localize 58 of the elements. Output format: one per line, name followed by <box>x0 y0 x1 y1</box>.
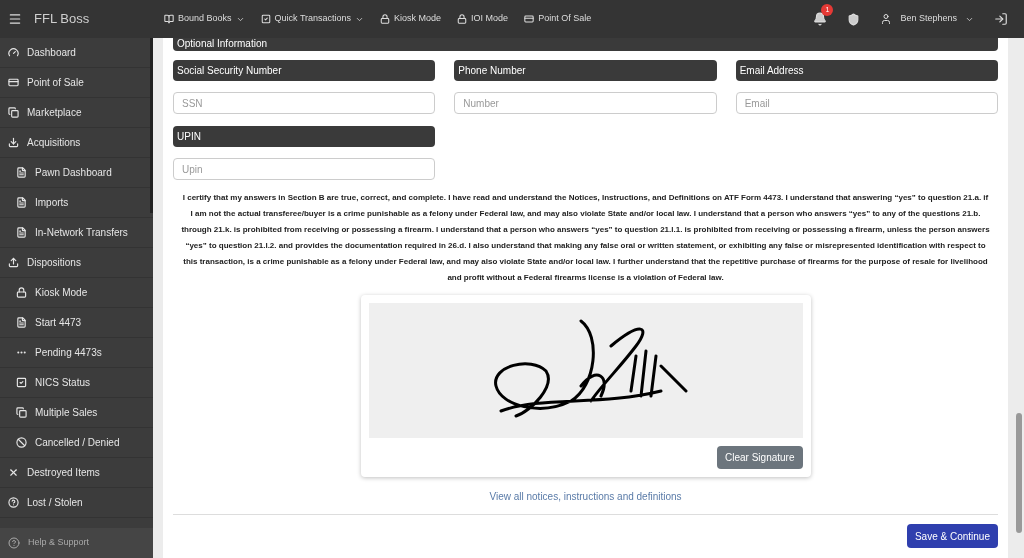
save-continue-button[interactable]: Save & Continue <box>906 524 998 548</box>
shield-icon[interactable] <box>847 12 861 26</box>
clear-signature-button[interactable]: Clear Signature <box>717 446 803 469</box>
input-field[interactable]: Email <box>735 92 998 114</box>
certification-text: I certify that my answers in Section B are true, correct, and complete. I have read and understand the Notices, Instructions, and Definitions on ATF Form 4473. I understand that answering “yes” to question 21.a. if I am not the actual transferee/buyer is a crime punishable as a felony under Federal law, and may also violate State and/or local law. I understand that a person who answers “yes” to any of the questions 21.b. through 21.k. is prohibited from receiving or possessing a firearm. I understand that a person who answers “yes” to question 21.l.1. is prohibited from receiving or possessing a firearm, unless the person answers “yes” to question 21.l.2. and provides the documentation required in 26.d. I also understand that making any false oral or written statement, or exhibiting any false or misrepresented identification with respect to this transaction, is a crime punishable as a felony under Federal law, and may also violate State and/or local law. I further understand that the repetitive purchase of firearms for the purpose of resale for livelihood and profit without a Federal firearms license is a violation of Federal law. <box>180 192 991 284</box>
lock-icon <box>457 14 468 24</box>
question-icon <box>8 497 19 508</box>
input-field[interactable]: Upin <box>173 158 436 180</box>
nav-link[interactable]: Point Of Sale <box>524 12 592 26</box>
card-icon <box>524 14 535 24</box>
sidebar-item[interactable]: Cancelled / Denied <box>0 428 153 458</box>
input-field[interactable]: Number <box>454 92 717 114</box>
sidebar-item[interactable]: In-Network Transfers <box>0 218 153 248</box>
copy-icon <box>8 107 19 118</box>
upload-icon <box>8 257 19 268</box>
nav-link[interactable]: Kiosk Mode <box>380 12 442 26</box>
field-label: UPIN <box>173 126 436 147</box>
input-field[interactable]: SSN <box>173 92 436 114</box>
checkbox-icon <box>16 377 27 388</box>
lock-icon <box>16 287 27 298</box>
user-icon <box>880 13 893 25</box>
sidebar-item[interactable]: Kiosk Mode <box>0 278 153 308</box>
bell-icon[interactable] <box>813 12 828 26</box>
signature-pad[interactable] <box>368 303 803 438</box>
checkbox-icon <box>260 14 271 24</box>
app-title: FFL Boss <box>34 10 91 29</box>
copy-icon <box>16 407 27 418</box>
sidebar-item[interactable]: NICS Status <box>0 368 153 398</box>
field-label: Social Security Number <box>173 60 436 81</box>
file-icon <box>16 167 27 178</box>
help-link[interactable]: Help & Support <box>0 528 153 558</box>
user-menu[interactable]: Ben Stephens <box>880 12 974 26</box>
logout-icon[interactable] <box>994 12 1008 26</box>
sidebar-item[interactable]: Pending 4473s <box>0 338 153 368</box>
sidebar-item[interactable]: Multiple Sales <box>0 398 153 428</box>
download-icon <box>8 137 19 148</box>
help-icon <box>8 537 20 549</box>
nav-link[interactable]: Bound Books <box>164 12 245 26</box>
card-icon <box>8 77 19 88</box>
nav-link[interactable]: IOI Mode <box>457 12 509 26</box>
field-label: Email Address <box>735 60 998 81</box>
file-icon <box>16 197 27 208</box>
sidebar-item[interactable]: Dispositions <box>0 248 153 278</box>
gauge-icon <box>8 47 19 58</box>
ban-icon <box>16 437 27 448</box>
sidebar-item[interactable]: Destroyed Items <box>0 458 153 488</box>
book-icon <box>164 14 174 24</box>
section-header: Optional Information <box>173 38 998 51</box>
sidebar-item[interactable]: Lost / Stolen <box>0 488 153 518</box>
notices-link[interactable]: View all notices, instructions and definitions <box>489 489 682 504</box>
close-icon <box>8 467 19 478</box>
field-label: Phone Number <box>454 60 717 81</box>
nav-link[interactable]: Quick Transactions <box>260 12 365 26</box>
file-icon <box>16 317 27 328</box>
lock-icon <box>380 14 391 24</box>
file-icon <box>16 227 27 238</box>
menu-icon[interactable] <box>8 12 22 26</box>
sidebar-item[interactable]: Start 4473 <box>0 308 153 338</box>
